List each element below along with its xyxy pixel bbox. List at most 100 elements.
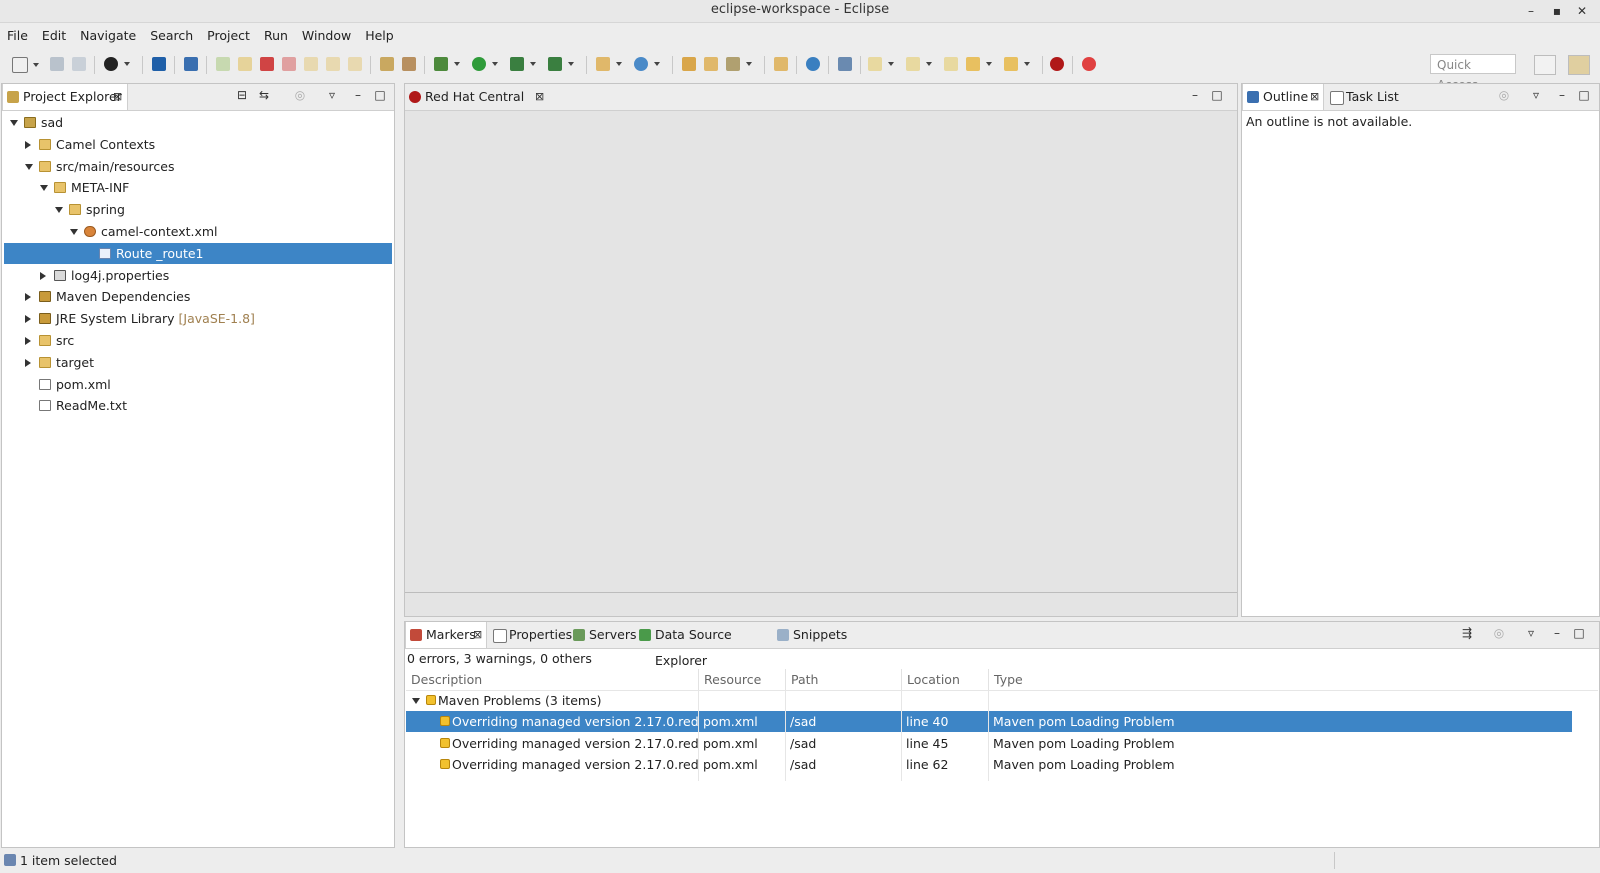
collapse-toggle-icon[interactable] bbox=[55, 207, 63, 214]
debug-icon[interactable] bbox=[434, 57, 460, 71]
collapse-toggle-icon[interactable] bbox=[70, 229, 78, 235]
new-server-icon[interactable] bbox=[596, 57, 622, 71]
tree-item[interactable]: Route _route1 bbox=[4, 242, 392, 264]
fuse-perspective-icon[interactable] bbox=[1568, 55, 1590, 75]
tree-item[interactable]: spring bbox=[4, 199, 392, 220]
view-menu-icon[interactable]: ▿ bbox=[1523, 626, 1539, 640]
expand-toggle-icon[interactable] bbox=[25, 337, 31, 345]
menu-help[interactable]: Help bbox=[358, 25, 401, 47]
table-row[interactable]: Overriding managed version 2.17.0.redhat… bbox=[406, 733, 1572, 754]
maximize-view-icon[interactable]: □ bbox=[1571, 626, 1587, 640]
markers-group-row[interactable]: Maven Problems (3 items) bbox=[406, 690, 1572, 711]
close-icon[interactable]: ⊠ bbox=[113, 84, 122, 110]
tree-item[interactable]: camel-context.xml bbox=[4, 221, 392, 242]
expand-toggle-icon[interactable] bbox=[25, 315, 31, 324]
tree-item[interactable]: src bbox=[4, 330, 392, 351]
tab-red-hat-central[interactable]: Red Hat Central ⊠ bbox=[405, 84, 550, 110]
collapse-all-icon[interactable]: ⊟ bbox=[234, 88, 250, 102]
link-with-editor-icon[interactable]: ⇆ bbox=[256, 88, 272, 102]
view-menu-icon[interactable]: ▿ bbox=[324, 88, 340, 102]
back-icon[interactable] bbox=[966, 57, 992, 71]
menu-window[interactable]: Window bbox=[295, 25, 358, 47]
tab-properties[interactable]: Properties bbox=[489, 622, 572, 648]
quick-access-input[interactable]: Quick Access bbox=[1430, 54, 1516, 92]
coverage-icon[interactable] bbox=[510, 57, 536, 71]
resume-icon[interactable] bbox=[216, 57, 230, 71]
minimize-view-icon[interactable]: – bbox=[1187, 88, 1203, 102]
next-annotation-icon[interactable] bbox=[868, 57, 894, 71]
terminal-icon[interactable] bbox=[152, 57, 166, 71]
skip-breakpoints-icon[interactable] bbox=[184, 57, 198, 71]
column-resource[interactable]: Resource bbox=[699, 669, 786, 690]
tab-project-explorer[interactable]: Project Explorer ⊠ bbox=[2, 84, 128, 110]
save-icon[interactable] bbox=[50, 57, 64, 71]
column-location[interactable]: Location bbox=[902, 669, 989, 690]
tab-data-source-explorer[interactable]: Data Source Explorer bbox=[635, 622, 775, 668]
suspend-icon[interactable] bbox=[238, 57, 252, 71]
expand-toggle-icon[interactable] bbox=[25, 140, 31, 149]
new-java-class-icon[interactable] bbox=[634, 57, 660, 71]
terminate-icon[interactable] bbox=[260, 57, 274, 71]
tab-markers[interactable]: Markers ⊠ bbox=[405, 622, 487, 648]
collapse-toggle-icon[interactable] bbox=[40, 185, 48, 192]
red-hat-icon[interactable] bbox=[104, 57, 130, 71]
minimize-view-icon[interactable]: – bbox=[1549, 626, 1565, 640]
minimize-view-icon[interactable]: – bbox=[350, 88, 366, 102]
tab-snippets[interactable]: Snippets bbox=[773, 622, 853, 648]
open-type-icon[interactable] bbox=[682, 57, 696, 71]
column-type[interactable]: Type bbox=[989, 669, 1597, 690]
table-row[interactable]: Overriding managed version 2.17.0.redhat… bbox=[406, 711, 1572, 732]
maximize-view-icon[interactable]: □ bbox=[1209, 88, 1225, 102]
web-browser-icon[interactable] bbox=[806, 57, 820, 71]
expand-toggle-icon[interactable] bbox=[40, 271, 46, 280]
step-into-icon[interactable] bbox=[304, 57, 318, 71]
disconnect-icon[interactable] bbox=[282, 57, 296, 71]
tree-item[interactable]: pom.xml bbox=[4, 374, 392, 395]
search-icon[interactable] bbox=[726, 57, 752, 71]
run-icon[interactable] bbox=[472, 57, 498, 71]
tree-item[interactable]: sad bbox=[4, 112, 392, 133]
last-edit-location-icon[interactable] bbox=[944, 57, 958, 71]
close-icon[interactable]: ⊠ bbox=[535, 84, 544, 110]
tree-item[interactable]: META-INF bbox=[4, 177, 392, 198]
collapse-toggle-icon[interactable] bbox=[25, 163, 33, 170]
focus-icon[interactable]: ◎ bbox=[292, 88, 308, 102]
menu-project[interactable]: Project bbox=[200, 25, 257, 47]
view-menu-icon[interactable]: ▿ bbox=[1528, 88, 1544, 102]
open-perspective-icon[interactable] bbox=[1534, 55, 1556, 75]
maximize-view-icon[interactable]: □ bbox=[1576, 88, 1592, 102]
menu-edit[interactable]: Edit bbox=[35, 25, 73, 47]
configure-contents-icon[interactable]: ⇶ bbox=[1459, 626, 1475, 640]
toggle-mark-occurrences-icon[interactable] bbox=[774, 57, 788, 71]
step-return-icon[interactable] bbox=[348, 57, 362, 71]
forward-icon[interactable] bbox=[1004, 57, 1030, 71]
focus-icon[interactable]: ◎ bbox=[1496, 88, 1512, 102]
pin-editor-icon[interactable] bbox=[838, 57, 852, 71]
tree-item[interactable]: ReadMe.txt bbox=[4, 395, 392, 416]
close-window-icon[interactable]: ✕ bbox=[1574, 3, 1590, 19]
maximize-icon[interactable]: ▪ bbox=[1549, 3, 1565, 19]
table-row[interactable]: Overriding managed version 2.17.0.redhat… bbox=[406, 754, 1572, 775]
minimize-icon[interactable]: – bbox=[1523, 3, 1539, 19]
step-over-icon[interactable] bbox=[326, 57, 340, 71]
save-all-icon[interactable] bbox=[72, 57, 86, 71]
focus-icon[interactable]: ◎ bbox=[1491, 626, 1507, 640]
minimize-view-icon[interactable]: – bbox=[1554, 88, 1570, 102]
tab-outline[interactable]: Outline ⊠ bbox=[1242, 84, 1324, 110]
maximize-view-icon[interactable]: □ bbox=[372, 88, 388, 102]
tree-item[interactable]: Maven Dependencies bbox=[4, 286, 392, 307]
column-description[interactable]: Description bbox=[406, 669, 699, 690]
tree-item[interactable]: src/main/resources bbox=[4, 156, 392, 177]
expand-toggle-icon[interactable] bbox=[25, 358, 31, 367]
refresh-icon[interactable] bbox=[1082, 57, 1096, 71]
use-step-filters-icon[interactable] bbox=[402, 57, 416, 71]
tree-item[interactable]: target bbox=[4, 352, 392, 373]
drop-to-frame-icon[interactable] bbox=[380, 57, 394, 71]
previous-annotation-icon[interactable] bbox=[906, 57, 932, 71]
tree-item[interactable]: Camel Contexts bbox=[4, 134, 392, 155]
new-icon[interactable] bbox=[12, 57, 39, 73]
collapse-toggle-icon[interactable] bbox=[10, 120, 18, 126]
menu-search[interactable]: Search bbox=[143, 25, 200, 47]
external-tools-icon[interactable] bbox=[548, 57, 574, 71]
tab-task-list[interactable]: Task List bbox=[1326, 84, 1406, 110]
